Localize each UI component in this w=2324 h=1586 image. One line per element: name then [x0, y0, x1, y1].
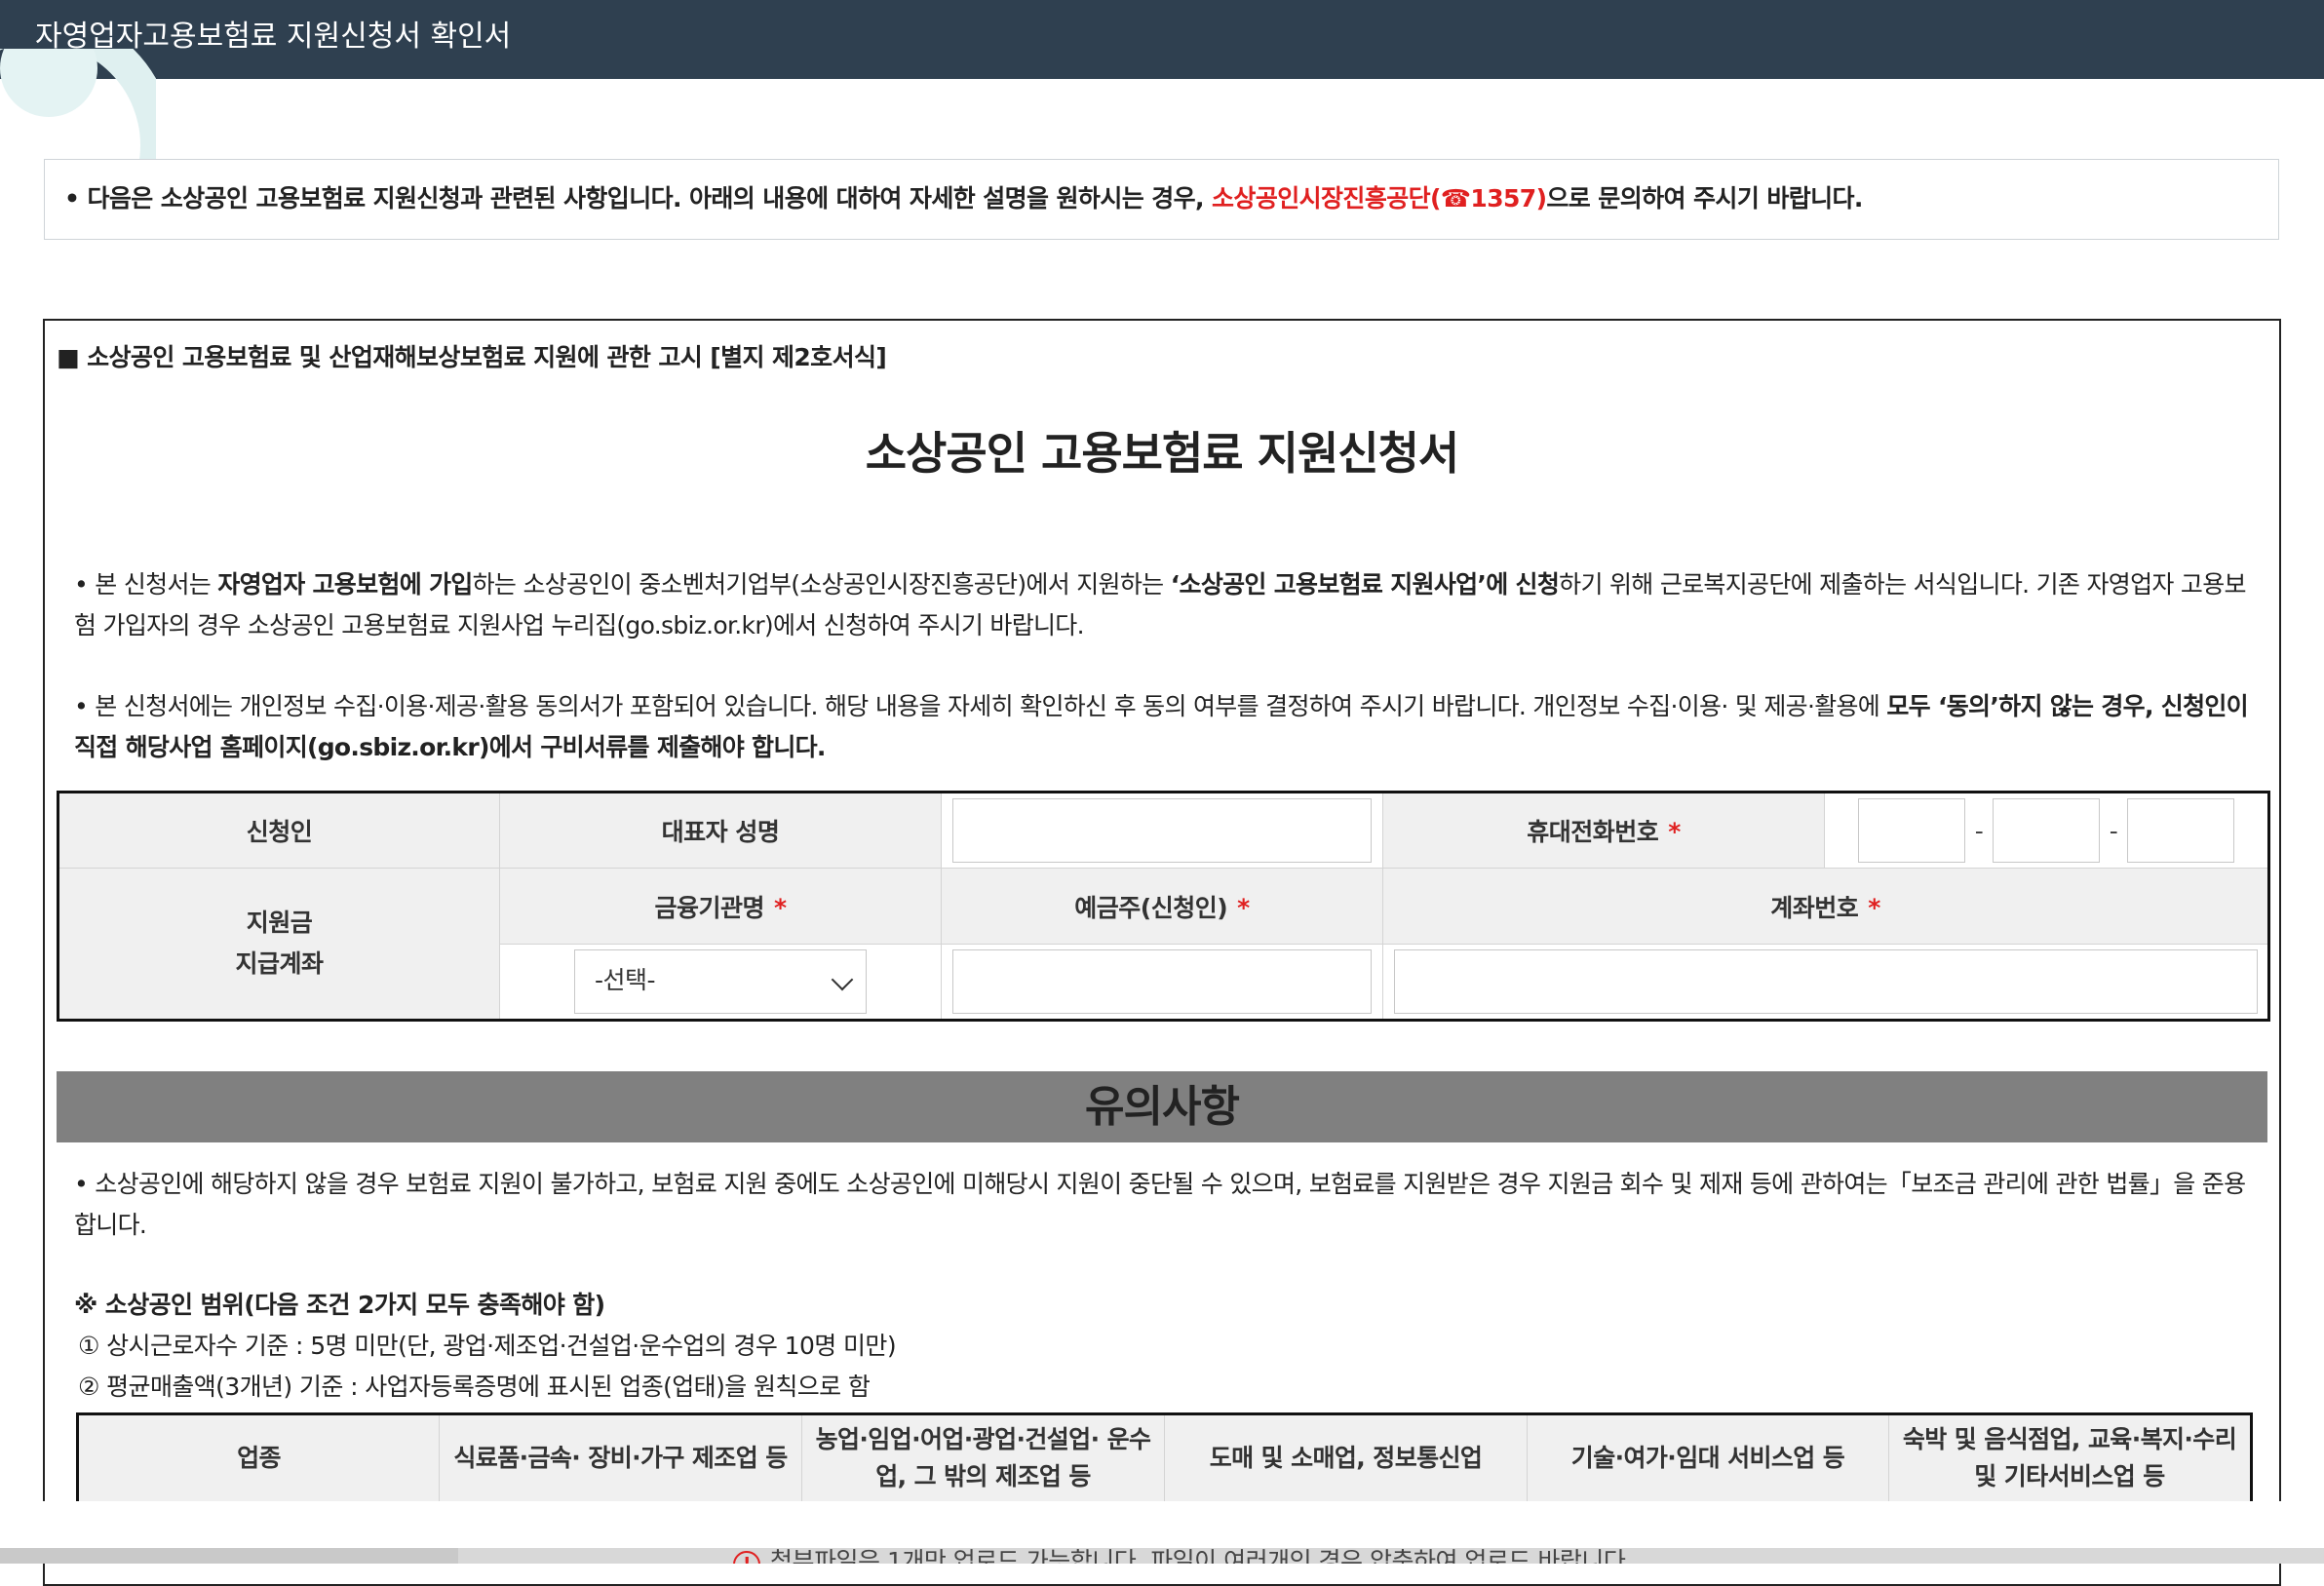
bank-label: 금융기관명 * — [499, 868, 942, 945]
rep-name-label: 대표자 성명 — [499, 792, 942, 869]
info-notice: • 다음은 소상공인 고용보험료 지원신청과 관련된 사항입니다. 아래의 내용… — [44, 159, 2279, 240]
criteria-1: ① 상시근로자수 기준 : 5명 미만(단, 광업·제조업·건설업·운수업의 경… — [78, 1332, 897, 1360]
phone-input-1[interactable] — [1858, 798, 1965, 863]
account-number-input[interactable] — [1393, 949, 2258, 1014]
application-table: 신청인 대표자 성명 휴대전화번호 * - - 지원금 지급계좌 금융기관명 * 예금… — [57, 791, 2270, 1022]
law-reference: ■ 소상공인 고용보험료 및 산업재해보상보험료 지원에 관한 고시 [별지 제… — [57, 343, 887, 371]
industry-header: 농업·임업·어업·광업·건설업· 운수업, 그 밖의 제조업 등 — [801, 1413, 1165, 1503]
industry-header: 도매 및 소매업, 정보통신업 — [1164, 1413, 1528, 1503]
range-title: ※ 소상공인 범위(다음 조건 2가지 모두 충족해야 함) — [74, 1291, 605, 1319]
warning-icon: ! — [733, 1551, 760, 1564]
contact-link: 소상공인시장진흥공단(☎1357) — [1212, 184, 1547, 213]
intro-paragraph-1: • 본 신청서는 자영업자 고용보험에 가입하는 소상공인이 중소벤처기업부(소… — [74, 570, 2247, 639]
phone-input-group: - - — [1825, 798, 2267, 863]
industry-header: 기술·여가·임대 서비스업 등 — [1527, 1413, 1889, 1503]
holder-input[interactable] — [952, 949, 1372, 1014]
intro-paragraph-2: • 본 신청서에는 개인정보 수집·이용·제공·활용 동의서가 포함되어 있습니… — [74, 692, 2249, 761]
caution-paragraph: • 소상공인에 해당하지 않을 경우 보험료 지원이 불가하고, 보험료 지원 … — [74, 1170, 2246, 1239]
upload-note: !첨부파일은 1개만 업로드 가능합니다. 파일이 여러개인 경우 압축하여 업… — [733, 1545, 1633, 1564]
phone-label: 휴대전화번호 * — [1382, 792, 1825, 869]
window-title-bar: 자영업자고용보험료 지원신청서 확인서 — [0, 0, 2324, 79]
application-form: ■ 소상공인 고용보험료 및 산업재해보상보험료 지원에 관한 고시 [별지 제… — [43, 319, 2281, 1586]
criteria-2: ② 평균매출액(3개년) 기준 : 사업자등록증명에 표시된 업종(업태)을 원… — [78, 1373, 871, 1401]
bank-select[interactable]: -선택- — [574, 949, 867, 1014]
industry-table: 업종 식료품·금속· 장비·가구 제조업 등 농업·임업·어업·광업·건설업· … — [76, 1412, 2253, 1504]
industry-header: 식료품·금속· 장비·가구 제조업 등 — [439, 1413, 802, 1503]
holder-label: 예금주(신청인) * — [941, 868, 1383, 945]
notice-text-end: 으로 문의하여 주시기 바랍니다. — [1546, 184, 1863, 213]
account-label: 지원금 지급계좌 — [58, 868, 500, 1021]
chevron-down-icon — [831, 968, 854, 991]
rep-name-input[interactable] — [952, 798, 1372, 863]
document-title: 소상공인 고용보험료 지원신청서 — [865, 427, 1460, 480]
phone-input-2[interactable] — [1993, 798, 2100, 863]
notice-text: • 다음은 소상공인 고용보험료 지원신청과 관련된 사항입니다. 아래의 내용… — [64, 184, 1213, 213]
industry-header: 숙박 및 음식점업, 교육·복지·수리 및 기타서비스업 등 — [1888, 1413, 2252, 1503]
account-number-label: 계좌번호 * — [1382, 868, 2269, 945]
phone-input-3[interactable] — [2127, 798, 2234, 863]
industry-header: 업종 — [77, 1413, 440, 1503]
caution-heading: 유의사항 — [57, 1071, 2267, 1142]
applicant-label: 신청인 — [58, 792, 500, 869]
